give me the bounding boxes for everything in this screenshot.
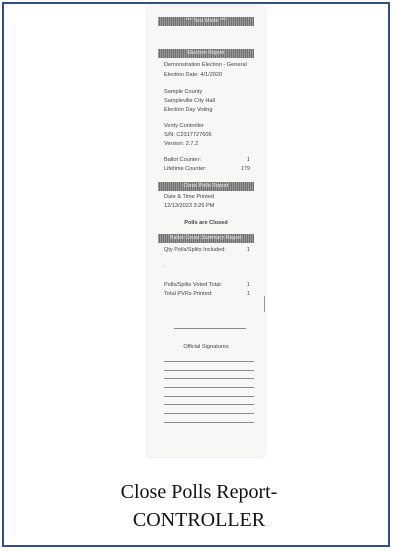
ballot-counter-value: 1 <box>246 157 250 163</box>
county: Sample County <box>164 89 203 95</box>
signature-line-top <box>174 328 246 329</box>
pvrs-printed-label: Total PVRs Printed: <box>164 291 213 297</box>
date-time-value: 12/13/2023 3:26 PM <box>164 203 215 209</box>
voting-type: Election Day Voting <box>164 107 213 113</box>
device-name: Verity Controller <box>164 123 204 129</box>
signature-line-8 <box>164 422 254 423</box>
location: Sampleville City Hall <box>164 98 215 104</box>
polls-closed-status: Polls are Closed <box>184 220 228 226</box>
signature-line-6 <box>164 404 254 405</box>
qty-label: Qty Polls/Splits Included: <box>164 247 226 253</box>
date-time-label: Date & Time Printed <box>164 194 215 200</box>
stray-mark: . <box>164 263 166 269</box>
signature-line-5 <box>164 396 254 397</box>
voted-total-value: 1 <box>246 282 250 288</box>
lifetime-counter-value: 179 <box>240 166 250 172</box>
receipt-image: *** Test Mode *** Election Report Demons… <box>147 6 265 457</box>
lifetime-counter-label: Lifetime Counter: <box>164 166 207 172</box>
test-mode-banner: *** Test Mode *** <box>158 17 254 26</box>
ballot-counter-label: Ballot Counter: <box>164 157 202 163</box>
lifetime-counter-row: Lifetime Counter: 179 <box>164 165 250 174</box>
caption-line-2: CONTROLLER <box>132 509 266 531</box>
summary-report-header: Ballot Count Summary Report <box>158 234 254 243</box>
serial-number: S/N: C2317727606 <box>164 132 212 138</box>
election-date: Election Date: 4/1/2020 <box>164 72 223 78</box>
signature-line-7 <box>164 413 254 414</box>
figure-frame: *** Test Mode *** Election Report Demons… <box>2 2 390 547</box>
pvrs-printed-value: 1 <box>246 291 250 297</box>
pvrs-printed-row: Total PVRs Printed: 1 <box>164 290 250 299</box>
signature-line-4 <box>164 387 254 388</box>
voted-total-label: Polls/Splits Voted Total: <box>164 282 223 288</box>
signatures-label: Official Signatures <box>183 344 229 350</box>
election-name: Demonstration Election - General <box>164 62 247 68</box>
edge-mark <box>264 296 265 312</box>
qty-row: Qty Polls/Splits Included: 1 <box>164 246 250 255</box>
signature-line-3 <box>164 378 254 379</box>
close-polls-report-header: Close Polls Report <box>158 182 254 191</box>
caption-line-1: Close Polls Report- <box>120 481 278 503</box>
election-report-header: Election Report <box>158 49 254 58</box>
ballot-counter-row: Ballot Counter: 1 <box>164 156 250 165</box>
signature-line-2 <box>164 370 254 371</box>
voted-total-row: Polls/Splits Voted Total: 1 <box>164 281 250 290</box>
qty-value: 1 <box>246 247 250 253</box>
signature-line-1 <box>164 361 254 362</box>
software-version: Version: 2.7.2 <box>164 141 199 147</box>
